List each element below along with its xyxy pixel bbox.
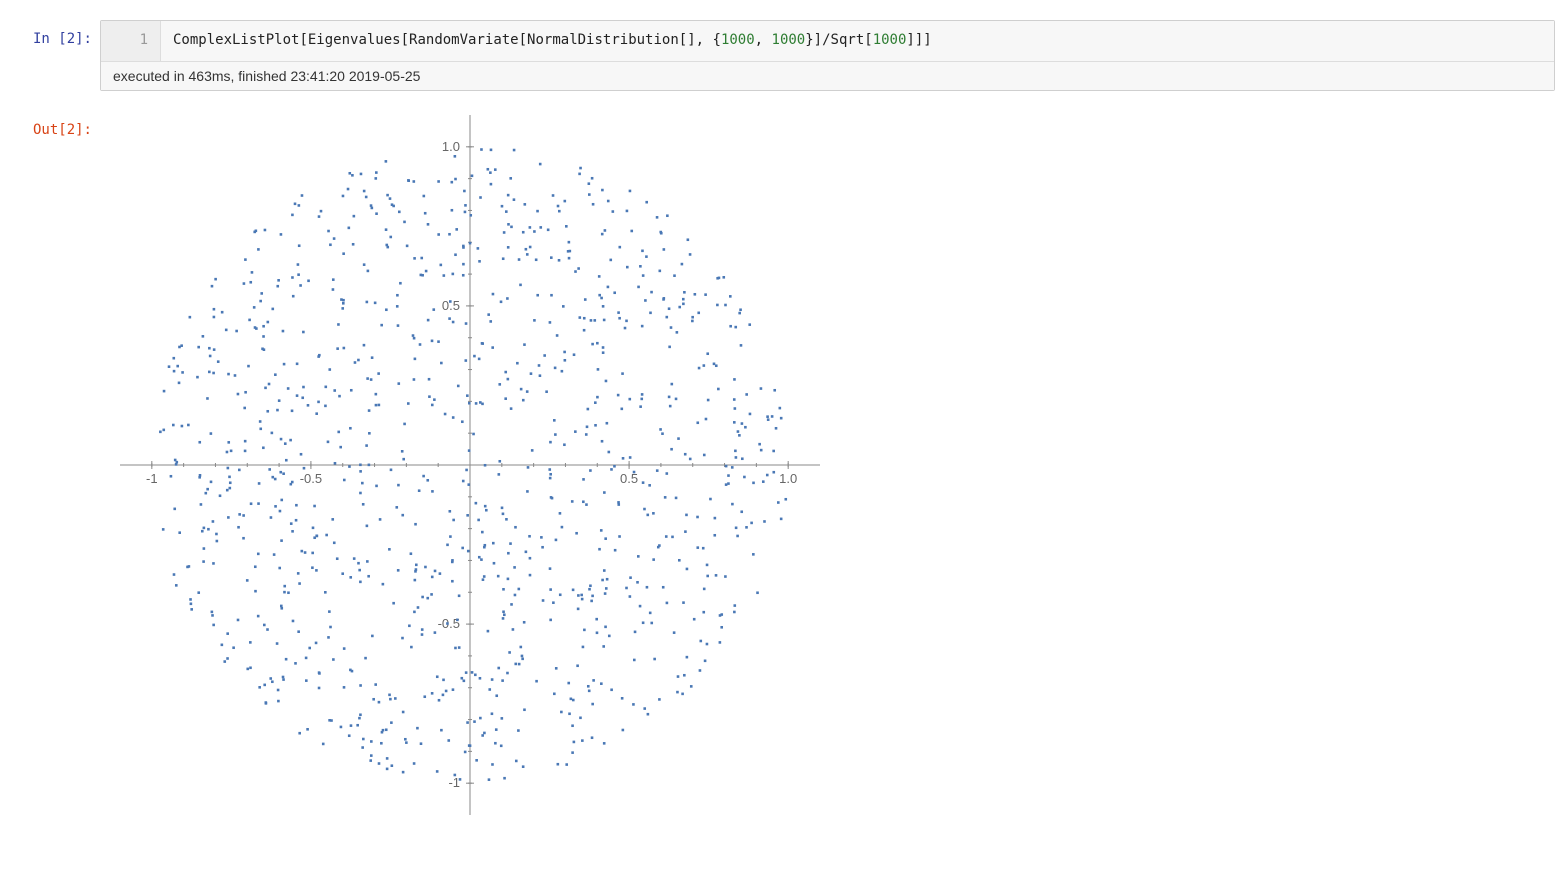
output-area: -1 -0.5 0.5 1.0 -1 -0.5 0.5 1.0 <box>100 111 1555 825</box>
code-content[interactable]: ComplexListPlot[Eigenvalues[RandomVariat… <box>161 21 1554 61</box>
svg-text:-0.5: -0.5 <box>438 616 460 631</box>
svg-text:1.0: 1.0 <box>779 471 797 486</box>
svg-text:0.5: 0.5 <box>442 298 460 313</box>
complex-list-plot: -1 -0.5 0.5 1.0 -1 -0.5 0.5 1.0 <box>120 115 820 815</box>
svg-text:-0.5: -0.5 <box>300 471 322 486</box>
code-input-area[interactable]: 1 ComplexListPlot[Eigenvalues[RandomVari… <box>100 20 1555 91</box>
scatter-plot-svg: -1 -0.5 0.5 1.0 -1 -0.5 0.5 1.0 <box>120 115 820 815</box>
output-prompt: Out[2]: <box>0 111 100 143</box>
input-cell: In [2]: 1 ComplexListPlot[Eigenvalues[Ra… <box>0 20 1555 91</box>
input-prompt: In [2]: <box>0 20 100 52</box>
svg-text:-1: -1 <box>448 775 460 790</box>
svg-text:-1: -1 <box>146 471 158 486</box>
svg-text:1.0: 1.0 <box>442 138 460 153</box>
execution-info: executed in 463ms, finished 23:41:20 201… <box>101 61 1554 90</box>
output-cell: Out[2]: -1 -0.5 0.5 1.0 -1 -0.5 0.5 1.0 <box>0 111 1555 825</box>
code-row: 1 ComplexListPlot[Eigenvalues[RandomVari… <box>101 21 1554 61</box>
svg-text:0.5: 0.5 <box>620 471 638 486</box>
line-number-gutter: 1 <box>101 21 161 61</box>
